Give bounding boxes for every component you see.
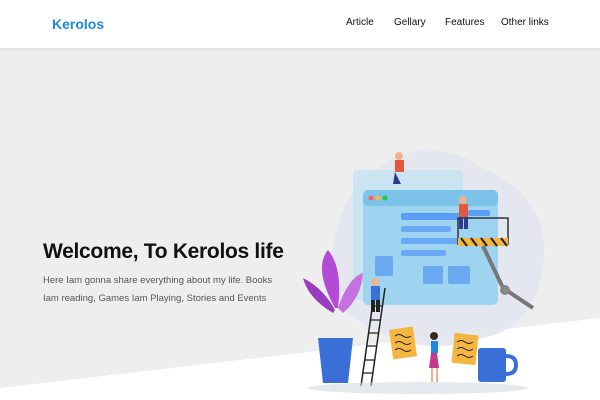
hero-description: Here Iam gonna share everything about my…: [43, 275, 273, 304]
nav-link-features[interactable]: Features: [445, 17, 484, 28]
top-navbar: Kerolos Article Gellary Features Other l…: [0, 0, 600, 48]
nav-link-other-links[interactable]: Other links: [501, 17, 549, 28]
hero-section: Welcome, To Kerolos life Here Iam gonna …: [0, 48, 600, 400]
nav-link-article[interactable]: Article: [346, 17, 374, 28]
nav-link-gallery[interactable]: Gellary: [394, 17, 426, 28]
hero-illustration: [303, 150, 545, 394]
hero-title: Welcome, To Kerolos life: [43, 240, 284, 263]
site-logo[interactable]: Kerolos: [52, 16, 104, 32]
